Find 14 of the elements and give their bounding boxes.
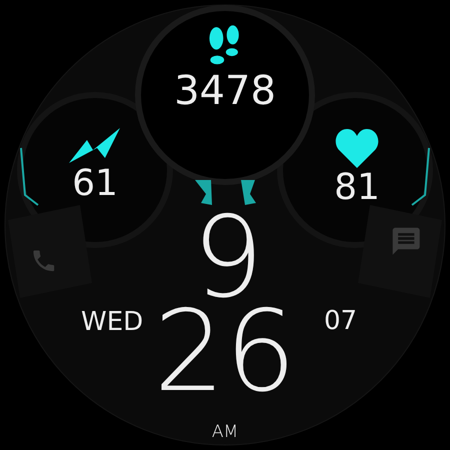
message-button[interactable]: [358, 205, 442, 298]
heart-icon: [335, 128, 379, 168]
phone-button[interactable]: [8, 205, 92, 298]
step-count: 3478: [174, 71, 276, 111]
lightning-icon: [69, 128, 121, 164]
accent-notch: [195, 180, 212, 205]
edge-line: [20, 148, 39, 206]
energy-value: 61: [72, 166, 118, 202]
heart-rate: 81: [334, 170, 380, 206]
accent-notch: [241, 180, 256, 205]
edge-line: [411, 148, 430, 206]
am-pm: AM: [212, 424, 238, 441]
day-of-month: 07: [324, 308, 358, 334]
weekday: WED: [81, 309, 144, 335]
